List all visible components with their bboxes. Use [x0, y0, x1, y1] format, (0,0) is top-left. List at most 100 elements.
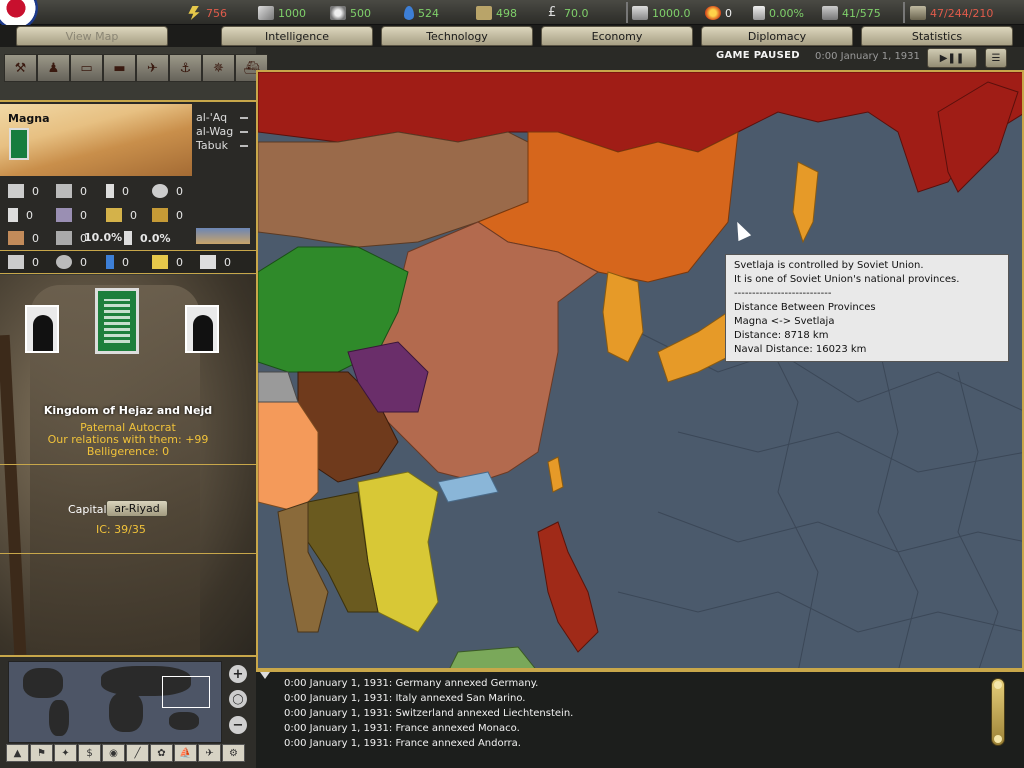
infrastructure-icon	[8, 231, 24, 245]
neighbor-province[interactable]: al-Wag	[196, 125, 233, 138]
metal-resource: 1000	[258, 4, 306, 22]
region-hong-kong-sea[interactable]	[437, 471, 499, 503]
rocket-stat: 0	[106, 184, 129, 198]
naval-map-icon[interactable]: ⛵	[174, 744, 197, 762]
menu-button[interactable]: ☰	[985, 48, 1007, 68]
play-pause-button[interactable]: ▶❚❚	[927, 48, 977, 68]
artillery-icon[interactable]: ✵	[202, 54, 235, 82]
neighbor-indicator	[240, 145, 248, 147]
world-map[interactable]	[256, 70, 1024, 670]
political-map-icon[interactable]: ⚑	[30, 744, 53, 762]
region-sakhalin[interactable]	[792, 161, 819, 244]
tab-diplomacy[interactable]: Diplomacy	[701, 26, 853, 46]
game-date: 0:00 January 1, 1931	[815, 51, 920, 62]
capital-button[interactable]: ar-Riyad	[106, 500, 168, 517]
tooltip-line: Distance: 8718 km	[734, 330, 829, 341]
oil-icon	[106, 255, 114, 269]
manpower-stat: 0	[200, 255, 231, 269]
zoom-in-button[interactable]: +	[229, 665, 247, 683]
production-icon[interactable]: ⚒	[4, 54, 37, 82]
tooltip-line: Naval Distance: 16023 km	[734, 344, 867, 355]
dissent-value: 0.00%	[769, 6, 804, 20]
province-name: Magna	[8, 112, 50, 125]
resource-map-icon[interactable]: ◉	[102, 744, 125, 762]
tooltip-line: Magna <-> Svetlaja	[734, 316, 835, 327]
manpower-icon	[632, 6, 648, 20]
tab-view-map[interactable]: View Map	[16, 26, 168, 46]
tab-statistics[interactable]: Statistics	[861, 26, 1013, 46]
alliance-map-icon[interactable]: ✦	[54, 744, 77, 762]
leader-rifle-graphic	[0, 334, 27, 656]
convoy-value: 47/244/210	[930, 6, 994, 20]
province-owner-flag[interactable]	[9, 128, 29, 160]
minimap-viewport[interactable]	[162, 676, 210, 708]
scroll-down-icon[interactable]	[994, 735, 1002, 743]
minimap-landmass	[169, 712, 199, 730]
energy-icon	[152, 255, 168, 269]
economic-map-icon[interactable]: $	[78, 744, 101, 762]
diplomatic-map-icon[interactable]: ✈	[198, 744, 221, 762]
neighbor-province[interactable]: Tabuk	[196, 139, 228, 152]
terrain-thumbnail	[196, 228, 250, 244]
tab-economy[interactable]: Economy	[541, 26, 693, 46]
head-of-state-portrait[interactable]	[25, 305, 59, 353]
log-collapse-icon[interactable]	[260, 672, 270, 679]
supply-map-icon[interactable]: ╱	[126, 744, 149, 762]
log-scrollbar[interactable]	[991, 678, 1005, 746]
nuclear-stat: 0	[152, 184, 183, 198]
energy-value: 756	[206, 6, 227, 20]
metal-value: 1000	[278, 6, 306, 20]
oil-stat: 0	[106, 255, 129, 269]
naval-base-icon[interactable]: ⚓	[169, 54, 202, 82]
region-philippines[interactable]	[537, 521, 599, 653]
zoom-reset-button[interactable]: ◯	[229, 690, 247, 708]
infrastructure-percent: 10.0%	[84, 231, 123, 244]
revolt-icon	[124, 231, 132, 245]
industry-icon	[56, 231, 72, 245]
rare-materials-resource: 500	[330, 4, 371, 22]
infrastructure-stat: 0	[8, 231, 39, 245]
metal-stat: 0	[8, 255, 39, 269]
region-borneo[interactable]	[448, 646, 538, 670]
oil-value: 524	[418, 6, 439, 20]
armor-icon[interactable]: ▬	[103, 54, 136, 82]
neighbor-province[interactable]: al-'Aq	[196, 111, 227, 124]
tab-intelligence[interactable]: Intelligence	[221, 26, 373, 46]
country-roundel-icon[interactable]	[0, 0, 40, 25]
naval-base-stat: 0	[56, 184, 87, 198]
minimap-landmass	[109, 692, 143, 732]
province-mode-toolbar: ⚒ ♟ ▭ ▬ ✈ ⚓ ✵ ⛴	[4, 54, 268, 82]
province-tooltip: Svetlaja is controlled by Soviet Union. …	[725, 254, 1009, 362]
region-formosa[interactable]	[547, 456, 564, 493]
log-entry: 0:00 January 1, 1931: Germany annexed Ge…	[284, 678, 539, 689]
map-canvas[interactable]	[258, 72, 1024, 670]
country-flag[interactable]	[95, 288, 139, 354]
game-paused-label: GAME PAUSED	[716, 50, 800, 61]
aircraft-icon[interactable]: ✈	[136, 54, 169, 82]
airbase-stat: 0	[8, 184, 39, 198]
rare-stat: 0	[56, 255, 87, 269]
money-icon: £	[548, 5, 557, 20]
scroll-up-icon[interactable]	[994, 681, 1002, 689]
fortress-icon	[8, 208, 18, 222]
coastal-fort-stat: 0	[56, 208, 87, 222]
region-korea[interactable]	[602, 271, 644, 363]
convoy-resource: 47/244/210	[910, 4, 993, 22]
infantry-icon[interactable]: ♟	[37, 54, 70, 82]
nukes-value: 0	[725, 6, 732, 20]
head-of-government-portrait[interactable]	[185, 305, 219, 353]
region-india[interactable]	[258, 401, 319, 513]
zoom-out-button[interactable]: −	[229, 716, 247, 734]
tooltip-line: Svetlaja is controlled by Soviet Union.	[734, 260, 924, 271]
settings-map-icon[interactable]: ⚙	[222, 744, 245, 762]
terrain-map-icon[interactable]: ▲	[6, 744, 29, 762]
coastal-fort-icon	[56, 208, 72, 222]
weather-map-icon[interactable]: ✿	[150, 744, 173, 762]
rocket-icon	[106, 184, 114, 198]
manpower-icon	[200, 255, 216, 269]
revolt-risk-stat: 0.0%	[124, 231, 171, 245]
neighbor-indicator	[240, 117, 248, 119]
tab-technology[interactable]: Technology	[381, 26, 533, 46]
cavalry-icon[interactable]: ▭	[70, 54, 103, 82]
region-malaya[interactable]	[258, 371, 299, 403]
